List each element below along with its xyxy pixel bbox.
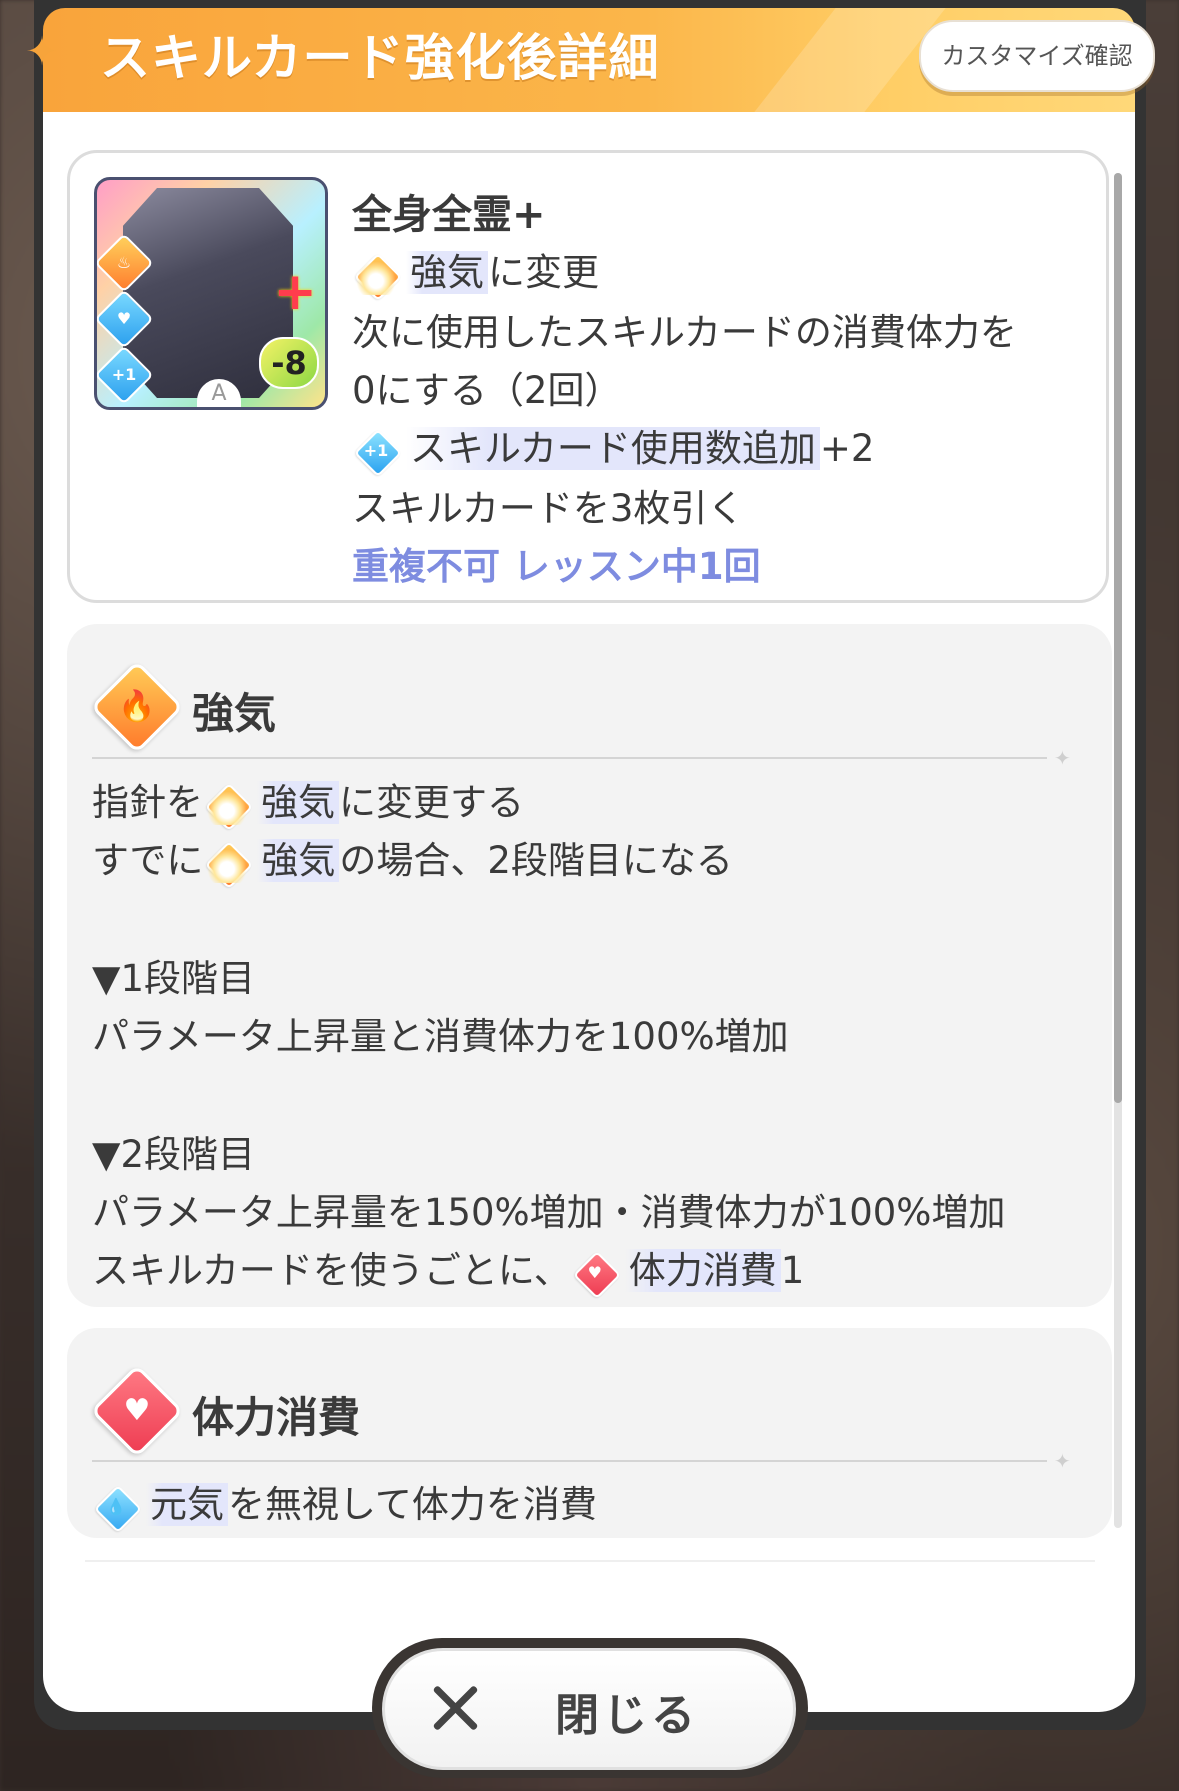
text: 1	[780, 1249, 805, 1292]
heart-icon: ♥	[572, 1250, 621, 1299]
header-stripe	[754, 8, 946, 112]
tsuyoki-tag: 強気	[406, 251, 488, 294]
scrollbar[interactable]	[1114, 173, 1122, 1528]
text: 指針を	[92, 781, 203, 824]
tsuyoki-line-1: 指針を 強気 に変更する	[92, 772, 524, 831]
restriction-text: 重複不可 レッスン中1回	[352, 545, 761, 588]
card-effect-line-1: 強気 に変更	[352, 242, 599, 301]
effect-text: +2	[819, 427, 875, 470]
card-effect-line-3: 0にする（2回）	[352, 369, 622, 412]
text: を無視して体力を消費	[228, 1483, 597, 1526]
card-effect-line-4: +1 スキルカード使用数追加 +2	[352, 418, 875, 477]
customize-confirm-button[interactable]: カスタマイズ確認	[919, 20, 1155, 92]
divider	[92, 757, 1047, 759]
scrollbar-thumb[interactable]	[1114, 173, 1122, 1103]
tairyoku-line-1: 💧 元気 を無視して体力を消費	[92, 1474, 597, 1533]
page-title: スキルカード強化後詳細	[100, 29, 660, 87]
text: の場合、2段階目になる	[339, 839, 733, 882]
plus-icon: +	[273, 262, 317, 322]
close-button[interactable]: 閉じる	[382, 1648, 796, 1770]
tsuyoki-icon	[204, 782, 254, 831]
bottom-separator	[85, 1560, 1095, 1562]
divider-star-icon: ✦	[1054, 1449, 1071, 1473]
sparkle-icon: ✦	[25, 29, 59, 75]
effect-text: に変更	[488, 251, 599, 294]
tsuyoki-line-2: すでに 強気 の場合、2段階目になる	[92, 830, 733, 889]
text: スキルカードを使うごとに、	[92, 1249, 571, 1292]
skill-card-image: + -8 A ♨ ♥ +1	[94, 177, 328, 410]
card-effect-line-5: スキルカードを3枚引く	[352, 487, 745, 530]
text: に変更する	[339, 781, 524, 824]
stamina-cost-tag: 体力消費	[624, 1249, 781, 1292]
close-icon	[425, 1677, 485, 1737]
tsuyoki-icon	[205, 840, 254, 889]
tsuyoki-tag: 強気	[257, 781, 339, 824]
stage2-extra: スキルカードを使うごとに、 ♥ 体力消費 1	[92, 1240, 805, 1299]
cost-badge: -8	[259, 337, 319, 389]
section-title-tsuyoki: 強気	[192, 689, 277, 738]
section-title-tairyoku: 体力消費	[192, 1393, 361, 1442]
tsuyoki-tag: 強気	[257, 839, 340, 882]
divider-star-icon: ✦	[1054, 746, 1071, 770]
card-use-add-tag: スキルカード使用数追加	[406, 427, 820, 470]
divider	[92, 1460, 1047, 1462]
card-effect-line-2: 次に使用したスキルカードの消費体力を	[352, 311, 1017, 354]
genki-tag: 元気	[146, 1483, 228, 1526]
text: すでに	[92, 839, 204, 882]
close-label: 閉じる	[555, 1690, 699, 1741]
tsuyoki-icon	[353, 252, 403, 301]
genki-icon: 💧	[93, 1484, 143, 1533]
stage2-text: パラメータ上昇量を150%増加・消費体力が100%増加	[92, 1191, 1006, 1234]
card-name: 全身全霊+	[352, 192, 546, 238]
stage1-heading: ▼1段階目	[92, 957, 255, 1000]
plus-one-icon: +1	[353, 428, 403, 477]
stage2-heading: ▼2段階目	[92, 1133, 255, 1176]
stage1-text: パラメータ上昇量と消費体力を100%増加	[92, 1015, 789, 1058]
